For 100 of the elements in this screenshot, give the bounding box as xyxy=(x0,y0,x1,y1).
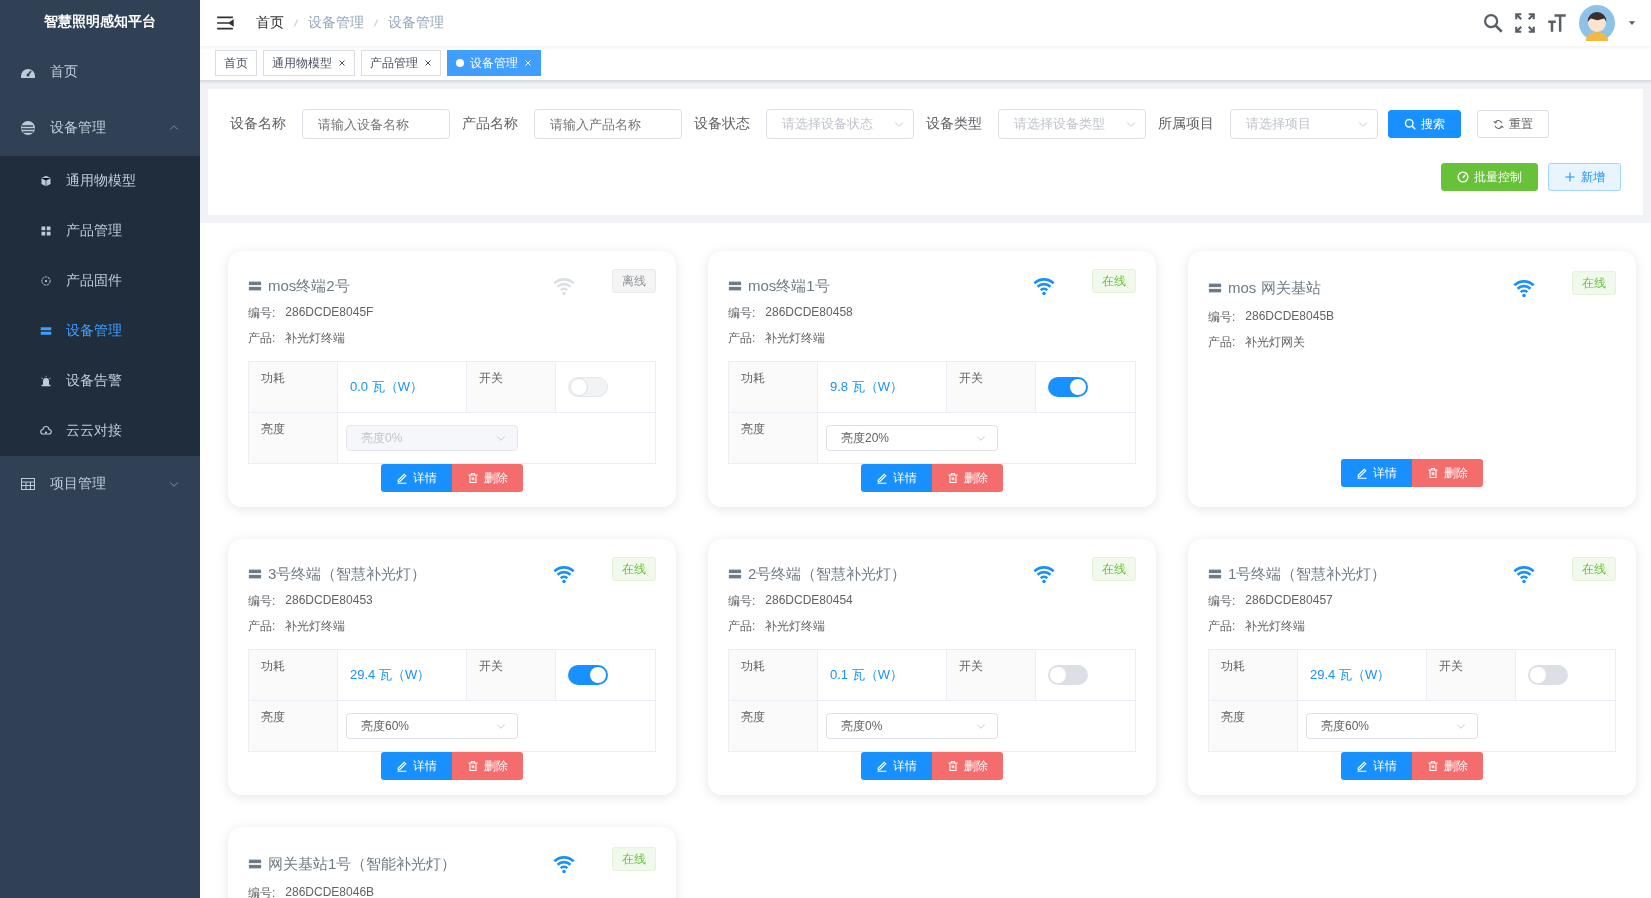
brightness-select[interactable]: 亮度60% xyxy=(346,713,518,739)
device-name: 网关基站1号（智能补光灯） xyxy=(268,854,458,874)
tab[interactable]: 设备管理 xyxy=(447,50,541,76)
device-name: 1号终端（智慧补光灯） xyxy=(1228,564,1388,584)
field-label: 设备名称 xyxy=(230,115,286,133)
server-icon xyxy=(1208,281,1222,295)
device-name: mos 网关基站 xyxy=(1228,278,1322,298)
detail-button[interactable]: 详情 xyxy=(1341,459,1412,487)
table-cell: 功耗 xyxy=(728,649,818,701)
table-cell: 亮度 xyxy=(248,412,338,464)
detail-button[interactable]: 详情 xyxy=(1341,752,1412,780)
search-icon xyxy=(1483,13,1503,33)
table-cell: 开关 xyxy=(1426,649,1516,701)
pencil-icon xyxy=(396,472,408,484)
detail-button[interactable]: 详情 xyxy=(381,752,452,780)
input-field[interactable]: 请输入设备名称 xyxy=(302,109,450,139)
table-cell: 亮度 xyxy=(728,700,818,752)
cube-icon xyxy=(40,175,52,187)
cloud-icon xyxy=(40,425,52,437)
info-label: 产品: xyxy=(728,618,756,635)
status-tag: 在线 xyxy=(1092,557,1136,581)
info-value: 286DCDE8045F xyxy=(285,305,374,321)
pencil-icon xyxy=(876,472,888,484)
power-reading: 0.1 瓦（W） xyxy=(817,649,947,701)
close-icon[interactable] xyxy=(424,59,432,67)
info-label: 编号: xyxy=(248,885,276,898)
status-tag: 在线 xyxy=(1572,557,1616,581)
sidebar-subitem[interactable]: 设备告警 xyxy=(0,356,200,406)
delete-button[interactable]: 删除 xyxy=(452,464,523,492)
info-label: 编号: xyxy=(1208,593,1236,610)
sidebar-subitem[interactable]: 通用物模型 xyxy=(0,156,200,206)
fullscreen-icon xyxy=(1515,13,1535,33)
font-size-icon xyxy=(1547,13,1567,33)
tab[interactable]: 首页 xyxy=(215,50,257,76)
tab[interactable]: 产品管理 xyxy=(361,50,441,76)
table-cell: 功耗 xyxy=(248,649,338,701)
avatar-icon xyxy=(1579,5,1615,41)
status-tag: 在线 xyxy=(1092,269,1136,293)
server-icon xyxy=(248,857,262,871)
server-icon xyxy=(248,279,262,293)
breadcrumb-link[interactable]: 首页 xyxy=(256,14,284,32)
toggle-switch[interactable] xyxy=(1528,665,1568,685)
search-icon xyxy=(1404,118,1416,130)
info-label: 产品: xyxy=(1208,618,1236,635)
sidebar-subitem[interactable]: 产品管理 xyxy=(0,206,200,256)
info-label: 编号: xyxy=(248,305,276,322)
info-value: 补光灯终端 xyxy=(765,330,826,347)
pencil-icon xyxy=(1356,760,1368,772)
search-button[interactable]: 搜索 xyxy=(1388,110,1461,138)
gauge-icon xyxy=(1457,171,1469,183)
delete-button[interactable]: 删除 xyxy=(1412,752,1483,780)
select-field[interactable]: 请选择设备类型 xyxy=(998,109,1146,139)
sidebar-item[interactable]: 设备管理 xyxy=(0,100,200,156)
brightness-select[interactable]: 亮度60% xyxy=(1306,713,1478,739)
select-field[interactable]: 请选择项目 xyxy=(1230,109,1378,139)
power-reading: 29.4 瓦（W） xyxy=(337,649,467,701)
delete-button[interactable]: 删除 xyxy=(1412,459,1483,487)
toggle-switch[interactable] xyxy=(1048,377,1088,397)
close-icon[interactable] xyxy=(338,59,346,67)
detail-button[interactable]: 详情 xyxy=(861,752,932,780)
trash-icon xyxy=(1427,467,1439,479)
device-name: mos终端2号 xyxy=(268,276,351,296)
toggle-switch[interactable] xyxy=(1048,665,1088,685)
add-button[interactable]: 新增 xyxy=(1548,163,1621,191)
detail-button[interactable]: 详情 xyxy=(381,464,452,492)
breadcrumb-link[interactable]: 设备管理 xyxy=(308,14,364,32)
sidebar-item[interactable]: 首页 xyxy=(0,44,200,100)
info-value: 286DCDE8045B xyxy=(1245,309,1335,325)
info-value: 286DCDE80457 xyxy=(1245,593,1333,609)
power-reading: 0.0 瓦（W） xyxy=(337,361,467,413)
delete-button[interactable]: 删除 xyxy=(932,464,1003,492)
toggle-switch[interactable] xyxy=(568,665,608,685)
breadcrumb-link[interactable]: 设备管理 xyxy=(388,14,444,32)
status-tag: 在线 xyxy=(1572,271,1616,295)
reset-button[interactable]: 重置 xyxy=(1477,110,1549,138)
batch-control-button[interactable]: 批量控制 xyxy=(1441,163,1538,191)
detail-button[interactable]: 详情 xyxy=(861,464,932,492)
input-field[interactable]: 请输入产品名称 xyxy=(534,109,682,139)
sidebar-subitem[interactable]: 云云对接 xyxy=(0,406,200,456)
info-value: 286DCDE80453 xyxy=(285,593,373,609)
brightness-select[interactable]: 亮度0% xyxy=(826,713,998,739)
field-label: 设备状态 xyxy=(694,115,750,133)
trash-icon xyxy=(467,760,479,772)
menu-icon xyxy=(216,14,234,32)
table-cell: 亮度 xyxy=(1208,700,1298,752)
sidebar-subitem[interactable]: 产品固件 xyxy=(0,256,200,306)
info-value: 补光灯网关 xyxy=(1245,334,1306,351)
delete-button[interactable]: 删除 xyxy=(452,752,523,780)
sidebar-item[interactable]: 项目管理 xyxy=(0,456,200,512)
trash-icon xyxy=(1427,760,1439,772)
tab[interactable]: 通用物模型 xyxy=(263,50,355,76)
sidebar-subitem[interactable]: 设备管理 xyxy=(0,306,200,356)
trash-icon xyxy=(467,472,479,484)
select-field[interactable]: 请选择设备状态 xyxy=(766,109,914,139)
delete-button[interactable]: 删除 xyxy=(932,752,1003,780)
brightness-select[interactable]: 亮度20% xyxy=(826,425,998,451)
table-cell: 功耗 xyxy=(1208,649,1298,701)
globe-icon xyxy=(20,120,36,136)
info-value: 补光灯终端 xyxy=(285,330,346,347)
table-icon xyxy=(20,476,36,492)
